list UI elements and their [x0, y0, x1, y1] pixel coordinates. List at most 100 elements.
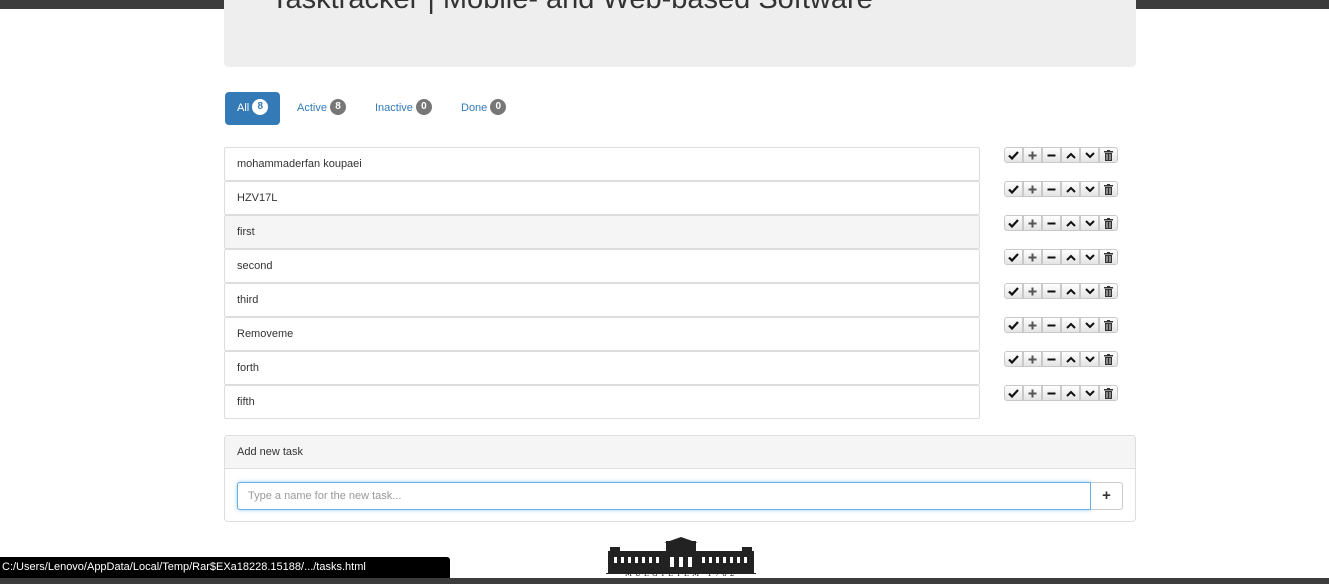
plus-icon [1028, 321, 1037, 330]
move-down-button[interactable] [1080, 215, 1099, 231]
plus-icon: + [1102, 487, 1111, 504]
deactivate-button[interactable] [1042, 317, 1061, 333]
minus-icon [1047, 389, 1056, 398]
move-up-button[interactable] [1061, 249, 1080, 265]
logo-caption: MŰEGYETEM 1782 [624, 570, 738, 578]
task-item[interactable]: first [224, 215, 980, 249]
delete-button[interactable] [1099, 283, 1118, 299]
move-down-button[interactable] [1080, 317, 1099, 333]
move-up-button[interactable] [1061, 351, 1080, 367]
task-item[interactable]: forth [224, 351, 980, 385]
task-item[interactable]: Removeme [224, 317, 980, 351]
move-down-button[interactable] [1080, 351, 1099, 367]
delete-button[interactable] [1099, 351, 1118, 367]
move-up-button[interactable] [1061, 317, 1080, 333]
done-button[interactable] [1004, 283, 1023, 299]
task-control-group [1004, 317, 1118, 333]
activate-button[interactable] [1023, 147, 1042, 163]
task-item[interactable]: mohammaderfan koupaei [224, 147, 980, 181]
chevron-down-icon [1084, 219, 1095, 227]
deactivate-button[interactable] [1042, 351, 1061, 367]
move-down-button[interactable] [1080, 181, 1099, 197]
deactivate-button[interactable] [1042, 215, 1061, 231]
task-item[interactable]: second [224, 249, 980, 283]
chevron-down-icon [1084, 355, 1095, 363]
chevron-down-icon [1084, 321, 1095, 329]
chevron-down-icon [1084, 287, 1095, 295]
deactivate-button[interactable] [1042, 385, 1061, 401]
delete-button[interactable] [1099, 215, 1118, 231]
plus-icon [1028, 219, 1037, 228]
check-icon [1008, 354, 1019, 364]
plus-icon [1028, 151, 1037, 160]
delete-button[interactable] [1099, 385, 1118, 401]
delete-button[interactable] [1099, 147, 1118, 163]
minus-icon [1047, 287, 1056, 296]
plus-icon [1028, 389, 1037, 398]
move-down-button[interactable] [1080, 283, 1099, 299]
minus-icon [1047, 321, 1056, 330]
done-button[interactable] [1004, 249, 1023, 265]
chevron-up-icon [1065, 254, 1076, 261]
tab-all[interactable]: All 8 [225, 92, 281, 125]
activate-button[interactable] [1023, 283, 1042, 299]
move-up-button[interactable] [1061, 215, 1080, 231]
move-up-button[interactable] [1061, 385, 1080, 401]
task-control-group [1004, 147, 1118, 163]
tab-count-badge: 0 [415, 99, 432, 116]
chevron-up-icon [1065, 186, 1076, 193]
task-control-group [1004, 215, 1118, 231]
delete-button[interactable] [1099, 181, 1118, 197]
minus-icon [1047, 219, 1056, 228]
delete-button[interactable] [1099, 249, 1118, 265]
check-icon [1008, 252, 1019, 262]
chevron-up-icon [1065, 390, 1076, 397]
done-button[interactable] [1004, 385, 1023, 401]
tab-count-badge: 8 [329, 99, 346, 116]
add-task-button[interactable]: + [1091, 482, 1123, 510]
deactivate-button[interactable] [1042, 147, 1061, 163]
new-task-input[interactable] [237, 482, 1091, 510]
plus-icon [1028, 253, 1037, 262]
activate-button[interactable] [1023, 351, 1042, 367]
trash-icon [1104, 217, 1113, 229]
delete-button[interactable] [1099, 317, 1118, 333]
move-up-button[interactable] [1061, 181, 1080, 197]
activate-button[interactable] [1023, 181, 1042, 197]
check-icon [1008, 150, 1019, 160]
activate-button[interactable] [1023, 385, 1042, 401]
task-item[interactable]: third [224, 283, 980, 317]
deactivate-button[interactable] [1042, 249, 1061, 265]
trash-icon [1104, 251, 1113, 263]
done-button[interactable] [1004, 317, 1023, 333]
browser-status-bar: C:/Users/Lenovo/AppData/Local/Temp/Rar$E… [0, 557, 450, 578]
deactivate-button[interactable] [1042, 181, 1061, 197]
move-down-button[interactable] [1080, 249, 1099, 265]
deactivate-button[interactable] [1042, 283, 1061, 299]
add-task-panel: Add new task + [224, 435, 1136, 522]
tab-inactive[interactable]: Inactive 0 [363, 92, 444, 125]
activate-button[interactable] [1023, 215, 1042, 231]
tab-count-badge: 0 [490, 99, 507, 116]
tab-active[interactable]: Active 8 [285, 92, 358, 125]
header-jumbotron: Tasktracker | Mobile- and Web-based Soft… [224, 0, 1136, 67]
done-button[interactable] [1004, 147, 1023, 163]
chevron-down-icon [1084, 185, 1095, 193]
activate-button[interactable] [1023, 249, 1042, 265]
move-up-button[interactable] [1061, 147, 1080, 163]
chevron-up-icon [1065, 288, 1076, 295]
activate-button[interactable] [1023, 317, 1042, 333]
done-button[interactable] [1004, 351, 1023, 367]
chevron-up-icon [1065, 356, 1076, 363]
move-down-button[interactable] [1080, 385, 1099, 401]
task-item[interactable]: HZV17L [224, 181, 980, 215]
tab-done[interactable]: Done 0 [449, 92, 518, 125]
plus-icon [1028, 355, 1037, 364]
done-button[interactable] [1004, 215, 1023, 231]
done-button[interactable] [1004, 181, 1023, 197]
task-item[interactable]: fifth [224, 385, 980, 419]
move-down-button[interactable] [1080, 147, 1099, 163]
check-icon [1008, 218, 1019, 228]
tab-count-badge: 8 [252, 99, 269, 116]
move-up-button[interactable] [1061, 283, 1080, 299]
